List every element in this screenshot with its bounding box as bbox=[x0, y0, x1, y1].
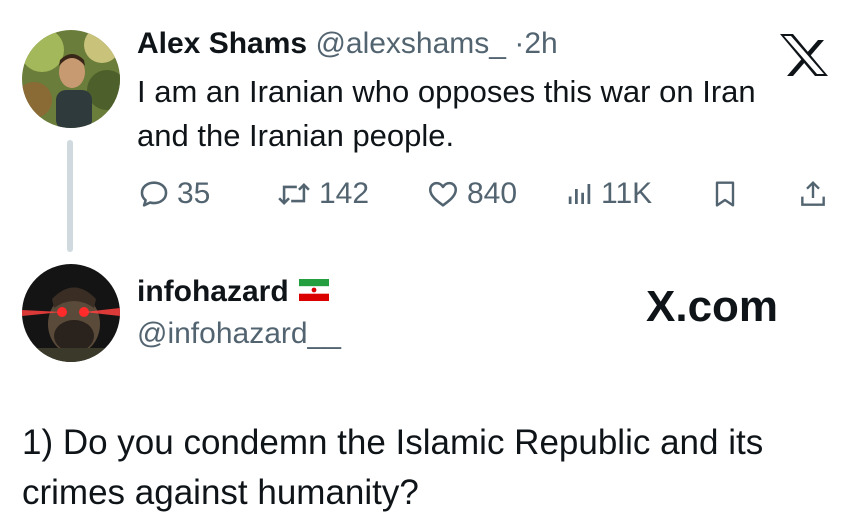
header-separator: · bbox=[514, 27, 525, 60]
reply-author-handle[interactable]: @infohazard__ bbox=[137, 314, 341, 354]
views-button[interactable]: 11K bbox=[565, 172, 652, 216]
avatar-infohazard[interactable] bbox=[22, 264, 120, 362]
x-com-watermark: X.com bbox=[646, 282, 778, 332]
tweet-header: Alex Shams @alexshams_ ·2h bbox=[137, 24, 558, 64]
thread-connector-line bbox=[67, 140, 73, 252]
views-icon bbox=[565, 177, 595, 211]
repost-button[interactable]: 142 bbox=[275, 172, 369, 216]
tweet-time[interactable]: 2h bbox=[524, 27, 557, 60]
reply-text: 1) Do you condemn the Islamic Republic a… bbox=[22, 423, 764, 512]
reply-author: infohazard bbox=[137, 272, 329, 312]
tweet-action-bar: 35 142 840 11K bbox=[137, 172, 837, 216]
reply-button[interactable]: 35 bbox=[137, 172, 210, 216]
author-handle[interactable]: @alexshams_ bbox=[315, 27, 506, 60]
reply-icon bbox=[137, 177, 171, 211]
bookmark-button[interactable] bbox=[709, 172, 741, 216]
heart-icon bbox=[425, 177, 461, 211]
reply-author-name[interactable]: infohazard bbox=[137, 272, 289, 312]
reply-count: 35 bbox=[177, 177, 211, 210]
repost-icon bbox=[275, 177, 313, 211]
x-com-label: X.com bbox=[646, 282, 779, 331]
like-button[interactable]: 840 bbox=[425, 172, 517, 216]
bookmark-icon bbox=[709, 177, 741, 211]
repost-count: 142 bbox=[319, 177, 370, 210]
share-icon bbox=[797, 177, 829, 211]
tweet-text: I am an Iranian who opposes this war on … bbox=[137, 74, 756, 153]
views-count: 11K bbox=[601, 177, 653, 210]
avatar-alex-shams[interactable] bbox=[22, 30, 120, 128]
share-button[interactable] bbox=[797, 172, 829, 216]
author-name[interactable]: Alex Shams bbox=[137, 27, 307, 60]
like-count: 840 bbox=[467, 177, 518, 210]
iran-flag-icon bbox=[298, 272, 329, 312]
